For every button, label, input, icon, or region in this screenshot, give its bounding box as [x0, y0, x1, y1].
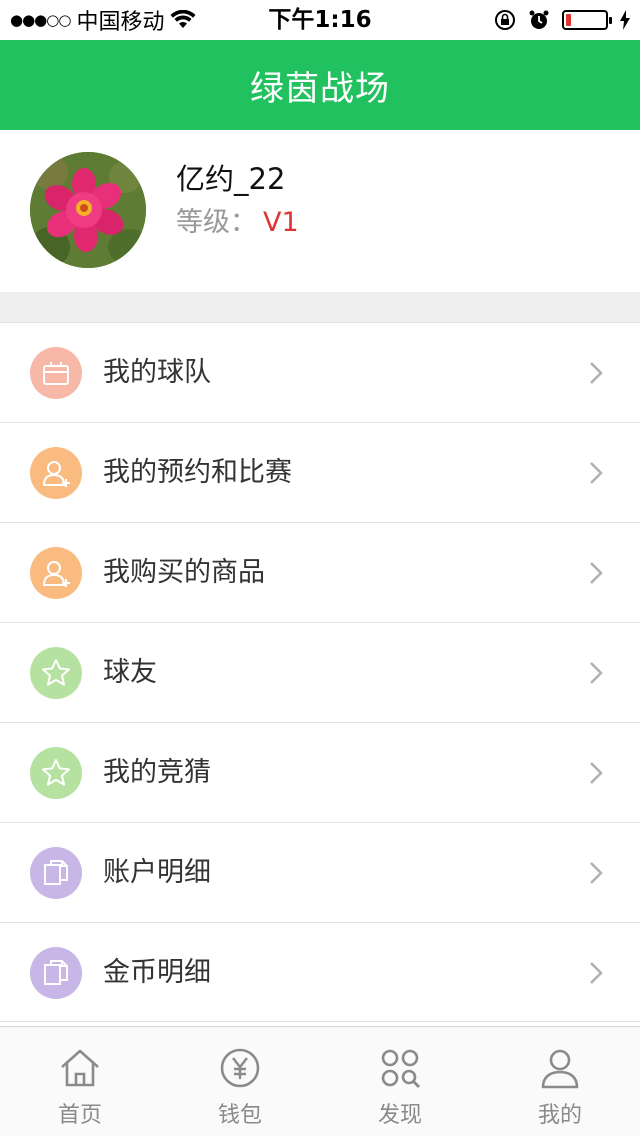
user-add-icon	[30, 547, 82, 599]
discover-icon	[381, 1049, 420, 1088]
status-bar: ●●●○○ 中国移动 下午1:16	[0, 0, 640, 40]
chevron-right-icon	[590, 862, 603, 884]
tab-label: 发现	[377, 1103, 422, 1128]
star-icon	[30, 747, 82, 799]
chevron-right-icon	[590, 762, 603, 784]
home-icon	[61, 1049, 99, 1087]
chevron-right-icon	[590, 662, 603, 684]
battery-level	[566, 14, 571, 26]
menu-label: 我的球队	[103, 357, 211, 388]
menu-label: 我的竞猜	[103, 757, 211, 788]
flower-avatar-image	[30, 152, 146, 268]
menu-item-purchased-goods[interactable]: 我购买的商品	[0, 522, 640, 622]
gift-icon	[30, 347, 82, 399]
profile-card[interactable]: 亿约_22 等级： V1	[0, 130, 640, 292]
menu-item-friends[interactable]: 球友	[0, 622, 640, 722]
user-level: 等级： V1	[176, 200, 299, 239]
chevron-right-icon	[590, 462, 603, 484]
battery-icon	[562, 10, 612, 30]
menu-label: 金币明细	[103, 957, 211, 988]
menu-label: 球友	[103, 657, 157, 688]
status-right	[494, 0, 630, 40]
tab-bar: 首页 钱包 发现 我的	[0, 1026, 640, 1136]
tab-label: 我的	[537, 1103, 582, 1128]
tab-me[interactable]: 我的	[480, 1027, 640, 1136]
document-icon	[30, 847, 82, 899]
menu-label: 账户明细	[103, 857, 211, 888]
alarm-icon	[529, 10, 549, 29]
tab-discover[interactable]: 发现	[320, 1027, 480, 1136]
avatar[interactable]	[30, 152, 146, 268]
document-icon	[30, 947, 82, 999]
chevron-right-icon	[590, 562, 603, 584]
page-title: 绿茵战场	[250, 68, 390, 109]
menu-label: 我购买的商品	[103, 557, 265, 588]
level-label: 等级：	[176, 207, 257, 238]
menu-item-coin-details[interactable]: 金币明细	[0, 922, 640, 1022]
user-add-icon	[30, 447, 82, 499]
menu-item-account-details[interactable]: 账户明细	[0, 822, 640, 922]
tab-wallet[interactable]: 钱包	[160, 1027, 320, 1136]
chevron-right-icon	[590, 362, 603, 384]
tab-label: 钱包	[217, 1103, 262, 1128]
tab-home[interactable]: 首页	[0, 1027, 160, 1136]
section-divider	[0, 292, 640, 322]
username: 亿约_22	[176, 162, 286, 196]
charging-icon	[620, 10, 630, 30]
menu-item-bookings-matches[interactable]: 我的预约和比赛	[0, 422, 640, 522]
star-icon	[30, 647, 82, 699]
menu-item-my-guesses[interactable]: 我的竞猜	[0, 722, 640, 822]
menu-label: 我的预约和比赛	[103, 457, 292, 488]
level-value: V1	[263, 207, 299, 238]
person-icon	[541, 1049, 579, 1089]
nav-header: 绿茵战场	[0, 40, 640, 130]
menu-item-my-team[interactable]: 我的球队	[0, 322, 640, 422]
chevron-right-icon	[590, 962, 603, 984]
tab-label: 首页	[57, 1103, 102, 1128]
rotation-lock-icon	[495, 10, 515, 30]
yen-icon	[220, 1048, 260, 1088]
menu-list: 我的球队 我的预约和比赛 我购买的商品 球友 我的竞猜 账户明细 金币明细	[0, 322, 640, 1022]
